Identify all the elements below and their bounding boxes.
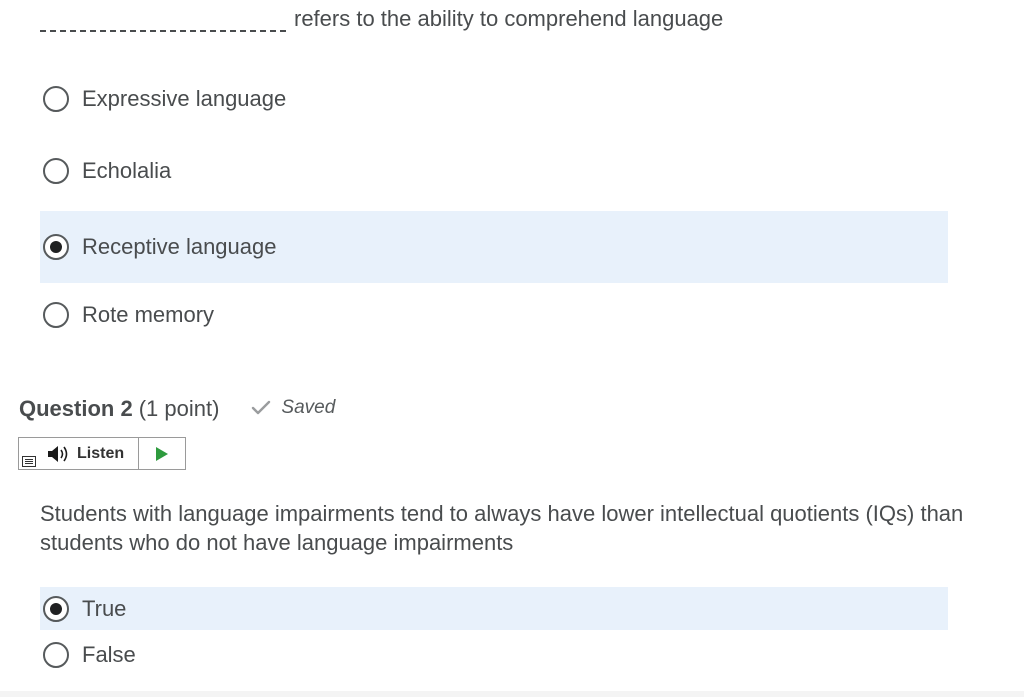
option-label: False bbox=[82, 642, 136, 667]
radio-button[interactable] bbox=[43, 86, 69, 112]
page-bottom-divider bbox=[0, 691, 1024, 697]
option-label: Echolalia bbox=[82, 158, 172, 183]
listen-button[interactable]: Listen bbox=[19, 438, 139, 469]
q1-option-rote-memory[interactable]: Rote memory bbox=[40, 296, 948, 334]
q1-option-receptive-language[interactable]: Receptive language bbox=[40, 211, 948, 283]
question-1-text: refers to the ability to comprehend lang… bbox=[294, 6, 724, 31]
radio-button[interactable] bbox=[43, 158, 69, 184]
option-label: Receptive language bbox=[82, 234, 277, 259]
question-title: Question 2 bbox=[19, 396, 133, 421]
q2-option-true[interactable]: True bbox=[40, 587, 948, 630]
option-label: Expressive language bbox=[82, 86, 287, 111]
option-label: True bbox=[82, 595, 127, 621]
saved-status: Saved bbox=[251, 397, 335, 419]
radio-button[interactable] bbox=[43, 302, 69, 328]
question-2-header: Question 2 (1 point) Saved bbox=[19, 396, 335, 422]
saved-label: Saved bbox=[281, 397, 336, 418]
q1-option-echolalia[interactable]: Echolalia bbox=[40, 152, 948, 190]
checkmark-icon bbox=[252, 400, 271, 415]
question-points: (1 point) bbox=[138, 396, 220, 421]
play-button[interactable] bbox=[139, 438, 185, 469]
radio-button[interactable] bbox=[43, 642, 69, 668]
text-to-speech-widget: Listen bbox=[18, 437, 186, 470]
play-icon bbox=[156, 446, 168, 461]
question-1-stem: refers to the ability to comprehend lang… bbox=[40, 6, 723, 32]
menu-icon[interactable] bbox=[22, 456, 36, 467]
fill-in-blank-line bbox=[40, 16, 286, 32]
q1-option-expressive-language[interactable]: Expressive language bbox=[40, 80, 948, 118]
speaker-icon bbox=[48, 445, 68, 462]
radio-button-selected[interactable] bbox=[43, 234, 69, 260]
radio-button-selected[interactable] bbox=[43, 595, 69, 622]
q2-option-false[interactable]: False bbox=[40, 636, 948, 674]
option-label: Rote memory bbox=[82, 302, 215, 327]
listen-label: Listen bbox=[77, 444, 125, 462]
question-2-text: Students with language impairments tend … bbox=[40, 501, 964, 555]
